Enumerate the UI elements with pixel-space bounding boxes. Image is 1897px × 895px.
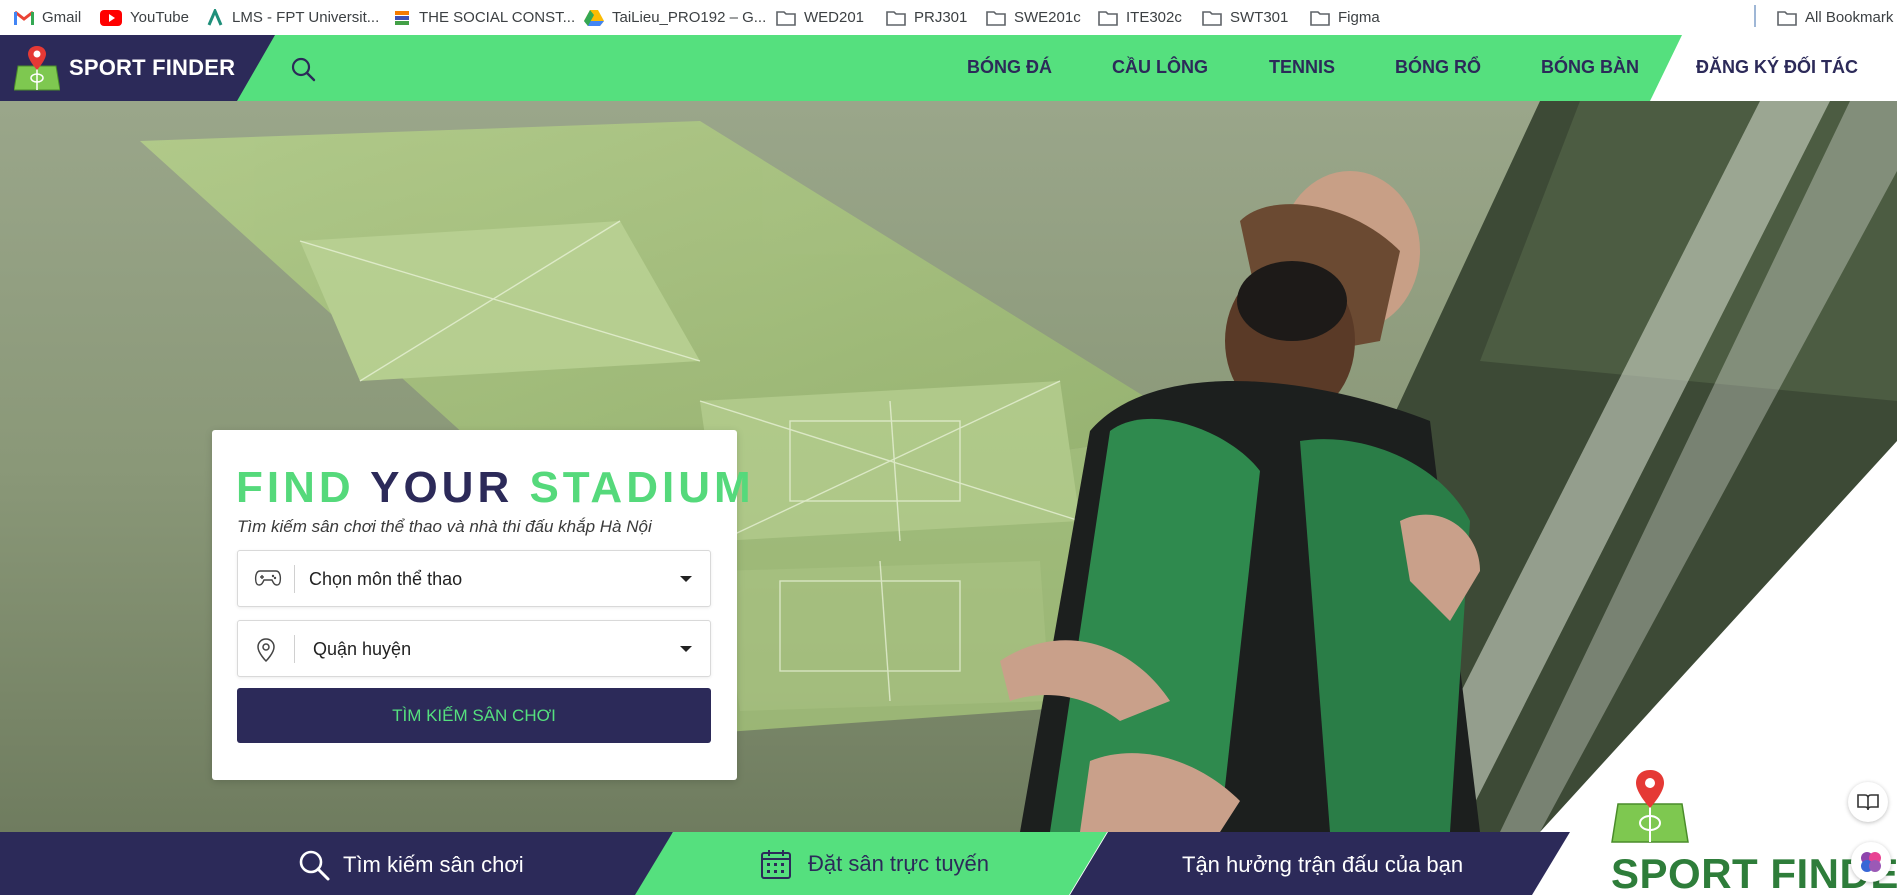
bookmark-label: TaiLieu_PRO192 – G... [612,9,767,26]
folder-icon [1202,10,1222,26]
folder-icon [1098,10,1118,26]
sport-finder-logo-icon [1611,770,1689,843]
select-divider [294,635,295,663]
gmail-icon [14,10,34,25]
bookmark-swe201c[interactable]: SWE201c [986,0,1081,35]
sport-select[interactable]: Chọn môn thể thao [237,550,711,607]
folder-icon [986,10,1006,26]
gamepad-icon [254,570,282,586]
bookmark-prj301[interactable]: PRJ301 [886,0,967,35]
stack-icon [395,10,409,25]
feature-book: Đặt sân trực tuyến [760,848,989,880]
hero-title-stadium: STADIUM [529,463,755,512]
folder-icon [1777,10,1797,26]
brand-name: SPORT FINDER [69,55,236,80]
nav-link-bong-ro[interactable]: BÓNG RỔ [1395,57,1481,78]
reading-mode-button[interactable] [1848,782,1888,822]
bookmarks-bar: Gmail YouTube LMS - FPT Universit... THE… [0,0,1897,35]
folder-icon [776,10,796,26]
nav-link-bong-ban[interactable]: BÓNG BÀN [1541,57,1639,78]
bookmark-label: ITE302c [1126,9,1182,26]
bookmark-label: PRJ301 [914,9,968,26]
search-icon[interactable] [290,56,316,82]
bookmark-youtube[interactable]: YouTube [100,0,189,35]
bookmark-label: All Bookmark [1805,9,1894,26]
district-select[interactable]: Quận huyện [237,620,711,677]
search-stadium-button[interactable]: TÌM KIẾM SÂN CHƠI [237,688,711,743]
drive-icon [584,9,604,26]
feature-search-label: Tìm kiếm sân chơi [343,852,524,877]
nav-link-cau-long[interactable]: CẦU LÔNG [1112,57,1208,78]
nav-link-tennis[interactable]: TENNIS [1269,57,1335,78]
bookmark-label: SWE201c [1014,9,1081,26]
chevron-down-icon [680,576,692,582]
district-select-value: Quận huyện [313,639,412,659]
sport-select-value: Chọn môn thể thao [309,569,463,589]
search-icon [299,850,330,881]
brain-icon [1861,852,1881,872]
bookmark-label: THE SOCIAL CONST... [419,9,576,26]
main-nav: SPORT FINDER BÓNG ĐÁ CẦU LÔNG TENNIS BÓN… [0,35,1897,101]
hero-title-your: YOUR [370,463,514,512]
lms-icon [207,8,223,26]
bookmark-label: YouTube [130,9,189,26]
calendar-icon [761,850,791,879]
hero-banner: FIND YOUR STADIUM Tìm kiếm sân chơi thể … [0,101,1897,832]
ai-assistant-button[interactable] [1851,842,1891,882]
bookmark-social[interactable]: THE SOCIAL CONST... [393,0,575,35]
folder-icon [886,10,906,26]
bookmark-all[interactable]: All Bookmark [1777,0,1893,35]
partner-signup-link[interactable]: ĐĂNG KÝ ĐỐI TÁC [1650,35,1897,101]
nav-link-bong-da[interactable]: BÓNG ĐÁ [967,57,1052,78]
bookmark-label: LMS - FPT Universit... [232,9,380,26]
bookmark-wed201[interactable]: WED201 [776,0,864,35]
feature-enjoy-label: Tận hưởng trận đấu của bạn [1182,852,1464,877]
bookmark-label: SWT301 [1230,9,1289,26]
bookmark-swt301[interactable]: SWT301 [1202,0,1288,35]
bookmark-label: WED201 [804,9,865,26]
bookmark-lms[interactable]: LMS - FPT Universit... [206,0,379,35]
feature-book-label: Đặt sân trực tuyến [808,851,990,876]
youtube-icon [100,9,122,26]
bookmarks-separator [1754,5,1756,27]
select-divider [294,565,295,593]
feature-enjoy: Tận hưởng trận đấu của bạn [1182,852,1463,878]
partner-signup-label: ĐĂNG KÝ ĐỐI TÁC [1696,57,1858,77]
bookmark-label: Figma [1338,9,1380,26]
hero-title-find: FIND [236,463,355,512]
book-icon [1857,794,1879,811]
chevron-down-icon [680,646,692,652]
pitch-location-logo-icon [14,46,60,91]
brand-home-link[interactable]: SPORT FINDER [0,35,275,101]
bookmark-gmail[interactable]: Gmail [14,0,81,35]
bookmark-tailieu[interactable]: TaiLieu_PRO192 – G... [584,0,766,35]
bookmark-ite302c[interactable]: ITE302c [1098,0,1182,35]
search-card: FIND YOUR STADIUM Tìm kiếm sân chơi thể … [212,430,751,780]
feature-search: Tìm kiếm sân chơi [297,848,524,882]
hero-title: FIND YOUR STADIUM [236,463,755,513]
bookmark-label: Gmail [42,9,82,26]
location-pin-icon [257,638,275,663]
folder-icon [1310,10,1330,26]
hero-subtitle: Tìm kiếm sân chơi thể thao và nhà thi đấ… [237,517,652,536]
bookmark-figma[interactable]: Figma [1310,0,1380,35]
